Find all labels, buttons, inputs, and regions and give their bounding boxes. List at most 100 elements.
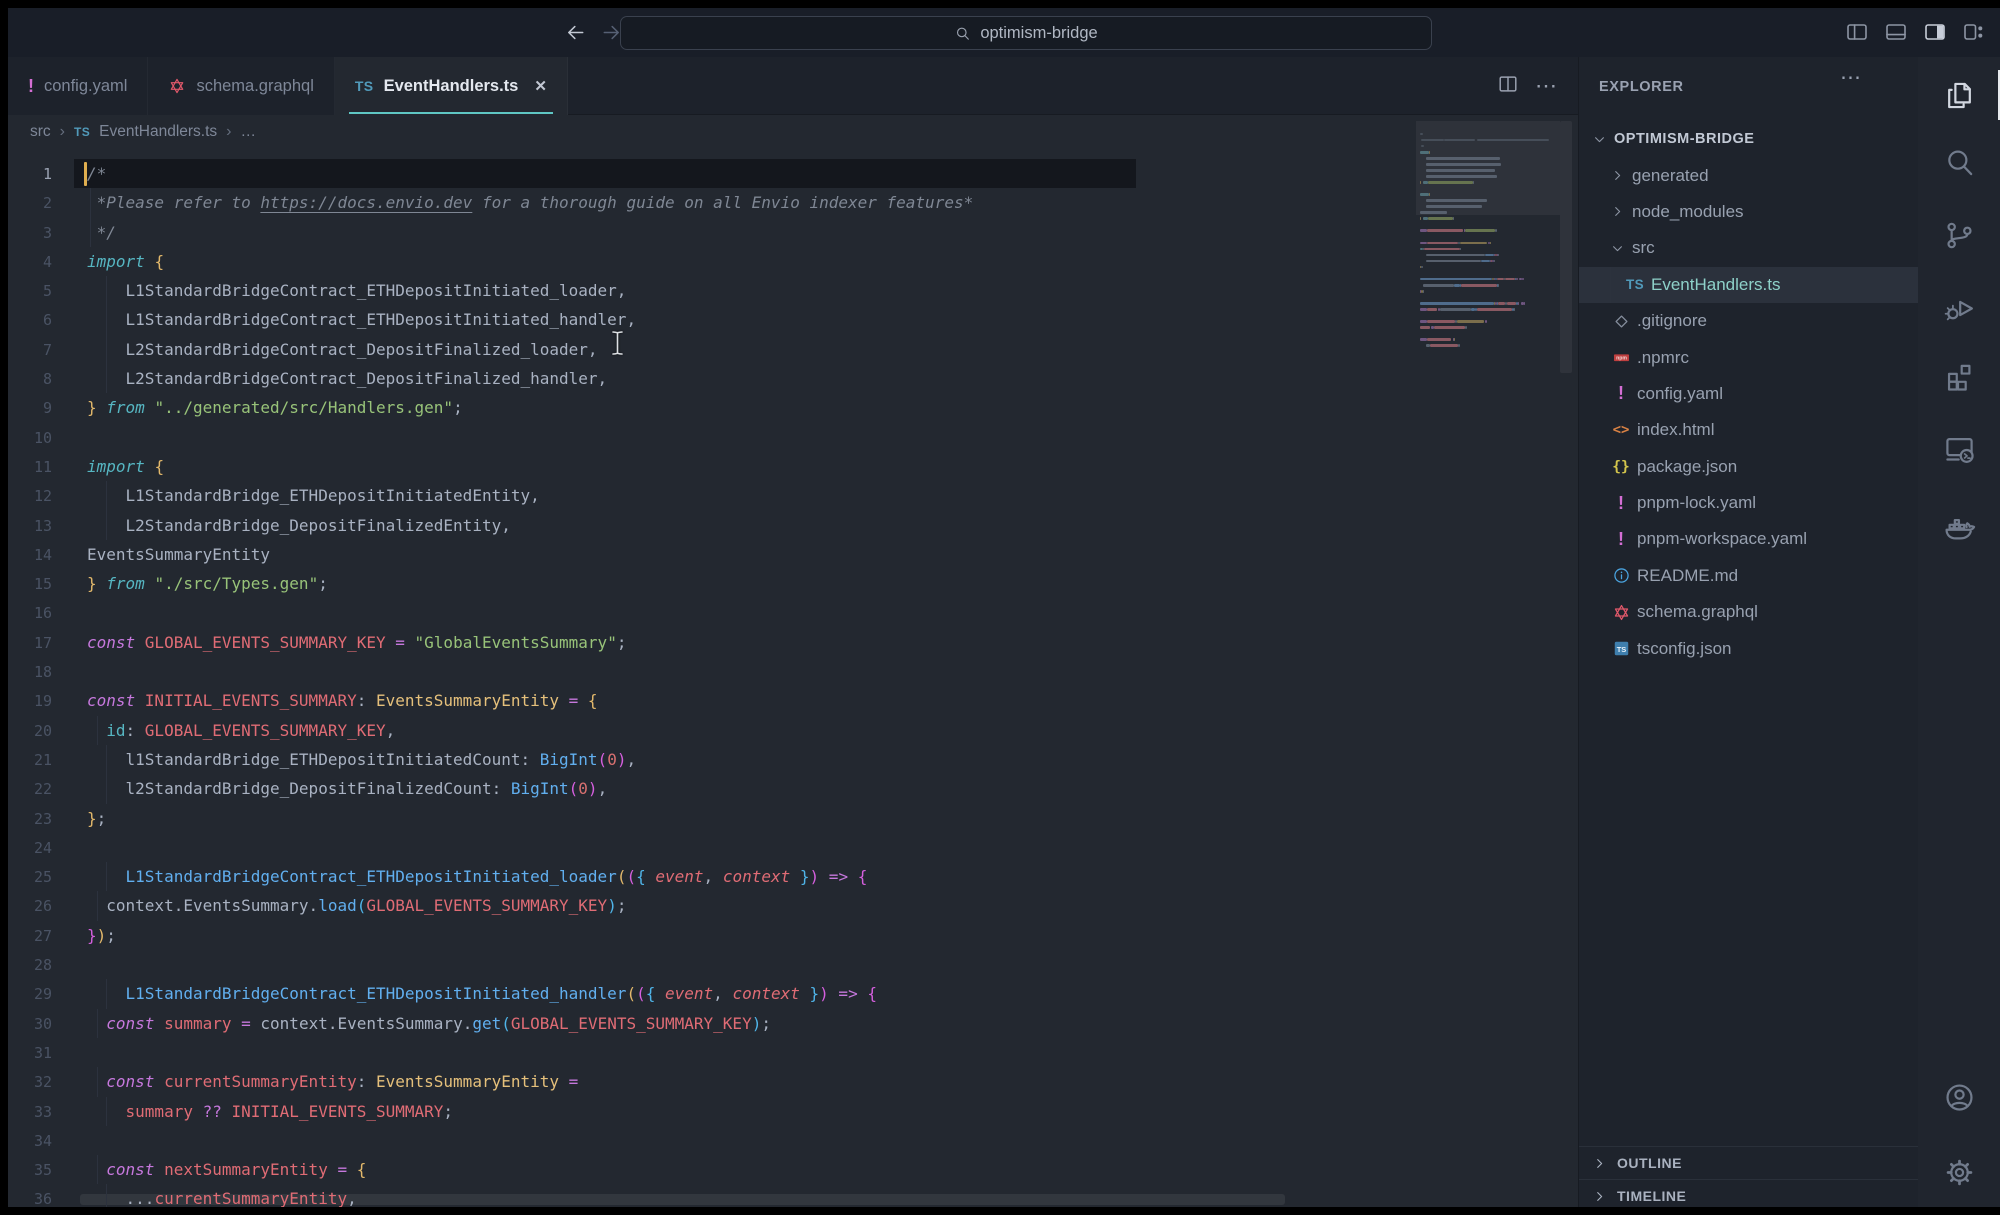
line-number[interactable]: 18 xyxy=(8,658,52,687)
code-line[interactable]: 15} from "./src/Types.gen"; xyxy=(8,569,1578,598)
code-line[interactable]: 21 l1StandardBridge_ETHDepositInitiatedC… xyxy=(8,745,1578,774)
tree-item-schema.graphql[interactable]: schema.graphql xyxy=(1579,594,1918,630)
line-number[interactable]: 3 xyxy=(8,219,52,248)
line-number[interactable]: 35 xyxy=(8,1156,52,1185)
chevron-down-icon[interactable] xyxy=(1591,131,1613,148)
code-line[interactable]: 10 xyxy=(8,423,1578,452)
code-line[interactable]: 20 id: GLOBAL_EVENTS_SUMMARY_KEY, xyxy=(8,716,1578,745)
line-number[interactable]: 36 xyxy=(8,1185,52,1207)
activity-remote-explorer-icon[interactable] xyxy=(1934,423,1984,473)
back-arrow-icon[interactable] xyxy=(564,21,587,44)
tree-item-package.json[interactable]: {}package.json xyxy=(1579,449,1918,485)
tree-item-pnpm-lock.yaml[interactable]: !pnpm-lock.yaml xyxy=(1579,485,1918,521)
activity-account-icon[interactable] xyxy=(1934,1072,1984,1122)
code-line[interactable]: 7 L2StandardBridgeContract_DepositFinali… xyxy=(8,335,1578,364)
tab-schema.graphql[interactable]: schema.graphql xyxy=(148,57,334,115)
line-number[interactable]: 31 xyxy=(8,1039,52,1068)
line-number[interactable]: 6 xyxy=(8,306,52,335)
tab-EventHandlers.ts[interactable]: TSEventHandlers.ts✕ xyxy=(335,57,568,115)
line-number[interactable]: 29 xyxy=(8,980,52,1009)
code-line[interactable]: 6 L1StandardBridgeContract_ETHDepositIni… xyxy=(8,305,1578,334)
line-number[interactable]: 33 xyxy=(8,1098,52,1127)
tab-config.yaml[interactable]: !config.yaml xyxy=(8,57,148,115)
line-number[interactable]: 23 xyxy=(8,805,52,834)
line-number[interactable]: 26 xyxy=(8,892,52,921)
breadcrumb-item[interactable]: EventHandlers.ts xyxy=(99,123,217,141)
line-number[interactable]: 1 xyxy=(8,160,52,189)
code-line[interactable]: 16 xyxy=(8,598,1578,627)
code-line[interactable]: 35 const nextSummaryEntity = { xyxy=(8,1155,1578,1184)
tree-item-.gitignore[interactable]: .gitignore xyxy=(1579,303,1918,339)
line-number[interactable]: 21 xyxy=(8,746,52,775)
line-number[interactable]: 30 xyxy=(8,1010,52,1039)
toggle-secondary-sidebar-icon[interactable] xyxy=(1923,20,1947,44)
code-line[interactable]: 13 L2StandardBridge_DepositFinalizedEnti… xyxy=(8,511,1578,540)
line-number[interactable]: 15 xyxy=(8,570,52,599)
line-number[interactable]: 28 xyxy=(8,951,52,980)
line-number[interactable]: 25 xyxy=(8,863,52,892)
breadcrumb-item[interactable]: … xyxy=(241,123,257,141)
explorer-more-icon[interactable]: ⋯ xyxy=(1840,57,1862,97)
code-line[interactable]: 19const INITIAL_EVENTS_SUMMARY: EventsSu… xyxy=(8,686,1578,715)
line-number[interactable]: 27 xyxy=(8,922,52,951)
activity-docker-icon[interactable] xyxy=(1934,503,1984,553)
line-number[interactable]: 13 xyxy=(8,512,52,541)
code-line[interactable]: 28 xyxy=(8,950,1578,979)
line-number[interactable]: 2 xyxy=(8,189,52,218)
code-line[interactable]: 3 */ xyxy=(8,218,1578,247)
line-number[interactable]: 17 xyxy=(8,629,52,658)
line-number[interactable]: 4 xyxy=(8,248,52,277)
tree-item-OPTIMISM-BRIDGE[interactable]: OPTIMISM-BRIDGE xyxy=(1579,121,1918,157)
code-line[interactable]: 31 xyxy=(8,1038,1578,1067)
code-line[interactable]: 25 L1StandardBridgeContract_ETHDepositIn… xyxy=(8,862,1578,891)
code-line[interactable]: 23}; xyxy=(8,804,1578,833)
chevron-right-icon[interactable] xyxy=(1609,167,1631,184)
code-line[interactable]: 32 const currentSummaryEntity: EventsSum… xyxy=(8,1067,1578,1096)
activity-search-icon[interactable] xyxy=(1934,137,1984,187)
code-line[interactable]: 17const GLOBAL_EVENTS_SUMMARY_KEY = "Glo… xyxy=(8,628,1578,657)
activity-source-control-icon[interactable] xyxy=(1934,210,1984,260)
command-center-search[interactable]: optimism-bridge xyxy=(620,16,1432,50)
tree-item-EventHandlers.ts[interactable]: TSEventHandlers.ts xyxy=(1579,267,1918,303)
code-line[interactable]: 30 const summary = context.EventsSummary… xyxy=(8,1009,1578,1038)
line-number[interactable]: 12 xyxy=(8,482,52,511)
code-line[interactable]: 22 l2StandardBridge_DepositFinalizedCoun… xyxy=(8,774,1578,803)
activity-run-debug-icon[interactable] xyxy=(1934,283,1984,333)
code-line[interactable]: 33 summary ?? INITIAL_EVENTS_SUMMARY; xyxy=(8,1097,1578,1126)
code-line[interactable]: 2 *Please refer to https://docs.envio.de… xyxy=(8,188,1578,217)
toggle-primary-sidebar-icon[interactable] xyxy=(1845,20,1869,44)
line-number[interactable]: 10 xyxy=(8,424,52,453)
code-line[interactable]: 18 xyxy=(8,657,1578,686)
toggle-panel-icon[interactable] xyxy=(1884,20,1908,44)
line-number[interactable]: 20 xyxy=(8,717,52,746)
code-editor[interactable]: 1/*2 *Please refer to https://docs.envio… xyxy=(8,149,1578,1207)
line-number[interactable]: 11 xyxy=(8,453,52,482)
timeline-section[interactable]: TIMELINE xyxy=(1579,1179,1918,1207)
line-number[interactable]: 5 xyxy=(8,277,52,306)
code-line[interactable]: 12 L1StandardBridge_ETHDepositInitiatedE… xyxy=(8,481,1578,510)
code-line[interactable]: 4import { xyxy=(8,247,1578,276)
code-line[interactable]: 26 context.EventsSummary.load(GLOBAL_EVE… xyxy=(8,891,1578,920)
vertical-scrollbar[interactable] xyxy=(1560,121,1572,373)
line-number[interactable]: 19 xyxy=(8,687,52,716)
line-number[interactable]: 7 xyxy=(8,336,52,365)
minimap[interactable] xyxy=(1420,125,1556,349)
tree-item-tsconfig.json[interactable]: TStsconfig.json xyxy=(1579,630,1918,666)
line-number[interactable]: 34 xyxy=(8,1127,52,1156)
split-editor-icon[interactable] xyxy=(1497,73,1519,100)
tree-item-src[interactable]: src xyxy=(1579,230,1918,266)
code-line[interactable]: 1/* xyxy=(8,159,1578,188)
activity-explorer-icon[interactable] xyxy=(1934,70,1984,120)
tree-item-node_modules[interactable]: node_modules xyxy=(1579,194,1918,230)
code-line[interactable]: 27}); xyxy=(8,921,1578,950)
line-number[interactable]: 32 xyxy=(8,1068,52,1097)
outline-section[interactable]: OUTLINE xyxy=(1579,1146,1918,1179)
code-line[interactable]: 29 L1StandardBridgeContract_ETHDepositIn… xyxy=(8,979,1578,1008)
line-number[interactable]: 8 xyxy=(8,365,52,394)
code-line[interactable]: 34 xyxy=(8,1126,1578,1155)
code-line[interactable]: 14EventsSummaryEntity xyxy=(8,540,1578,569)
line-number[interactable]: 14 xyxy=(8,541,52,570)
more-actions-icon[interactable]: ⋯ xyxy=(1535,81,1558,91)
customize-layout-icon[interactable] xyxy=(1962,20,1986,44)
code-line[interactable]: 9} from "../generated/src/Handlers.gen"; xyxy=(8,393,1578,422)
